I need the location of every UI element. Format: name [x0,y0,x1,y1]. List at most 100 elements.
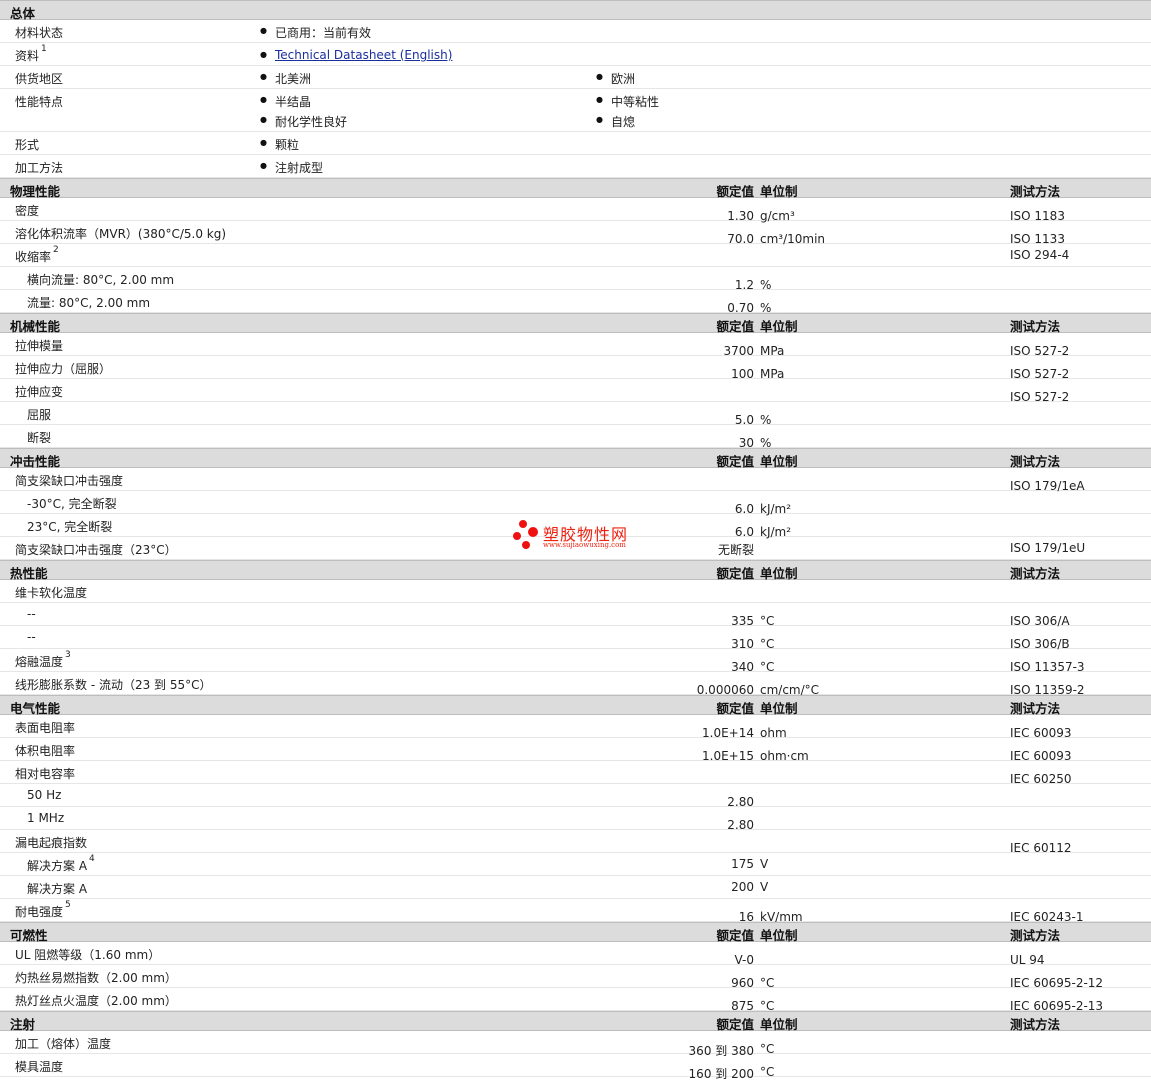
property-row: 解决方案 A 4 175 V [0,853,1151,876]
test-method: ISO 294-4 [1010,248,1070,262]
property-value: 160 到 200 [688,1067,754,1081]
section-header-general: 总体 [0,0,1151,21]
property-row: 拉伸模量 3700 MPa ISO 527-2 [0,333,1151,358]
property-row: 漏电起痕指数 IEC 60112 [0,830,1151,855]
property-row: 横向流量: 80°C, 2.00 mm 1.2% [0,267,1151,292]
row-features: 性能特点 半结晶 中等粘性 耐化学性良好 自熄 [0,89,1151,132]
property-row: 简支梁缺口冲击强度 ISO 179/1eA [0,468,1151,493]
property-label: UL 阻燃等级（1.60 mm） [15,948,161,962]
property-row: 密度 1.30 g/cm³ ISO 1183 [0,198,1151,223]
property-row: 拉伸应力（屈服） 100 MPa ISO 527-2 [0,356,1151,381]
property-label: 耐电强度 5 [15,900,71,919]
property-label: 表面电阻率 [15,721,76,735]
property-row: 拉伸应变 ISO 527-2 [0,379,1151,404]
property-row: 熔融温度 3 340 °C ISO 11357-3 [0,649,1151,674]
bullet-item: 已商用：当前有效 [260,24,371,41]
property-label: 溶化体积流率（MVR）(380°C/5.0 kg) [15,227,227,241]
property-unit: V [760,857,769,871]
row-label: 性能特点 [15,95,64,109]
footnote-ref: 4 [89,854,95,864]
section-header: 物理性能 额定值 单位制 测试方法 [0,178,1151,199]
property-label: 体积电阻率 [15,744,76,758]
property-label: 相对电容率 [15,767,76,781]
property-unit: °C [760,1065,775,1079]
property-row: 收缩率 2 ISO 294-4 [0,244,1151,267]
property-label: 收缩率 2 [15,245,59,264]
row-documents: 资料1 Technical Datasheet (English) [0,43,1151,66]
property-label: 加工（熔体）温度 [15,1037,112,1051]
watermark-logo: 塑胶物性网 www.sujiaowuxing.com [512,519,642,553]
property-row: 屈服 5.0% [0,402,1151,427]
watermark-url: www.sujiaowuxing.com [543,541,626,549]
property-row: 1 MHz 2.80 [0,807,1151,832]
property-label: 拉伸应变 [15,385,64,399]
property-label: 1 MHz [27,811,65,825]
property-row: 线形膨胀系数 - 流动（23 到 55°C） 0.000060 cm/cm/°C IS… [0,672,1151,697]
property-label: 简支梁缺口冲击强度 [15,474,124,488]
row-label: 材料状态 [15,26,64,40]
property-row: 耐电强度 5 16 kV/mm IEC 60243-1 [0,899,1151,924]
property-row: -- 335 °C ISO 306/A [0,603,1151,628]
row-material-status: 材料状态 已商用：当前有效 [0,20,1151,43]
property-label: 线形膨胀系数 - 流动（23 到 55°C） [15,678,212,692]
bullet-item: 耐化学性良好 [260,113,347,130]
row-label: 资料 1 [15,44,47,63]
property-label: 23°C, 完全断裂 [27,520,113,534]
section-header: 可燃性 额定值 单位制 测试方法 [0,922,1151,943]
property-label: -- [27,630,36,644]
property-label: 拉伸应力（屈服） [15,362,112,376]
row-form: 形式 颗粒 [0,132,1151,155]
property-label: 漏电起痕指数 [15,836,88,850]
property-label: 解决方案 A [27,882,88,896]
bullet-item: 欧洲 [596,70,635,87]
row-label: 供货地区 [15,72,64,86]
property-row: 热灯丝点火温度（2.00 mm） 875 °C IEC 60695-2-13 [0,988,1151,1013]
section-header: 电气性能 额定值 单位制 测试方法 [0,695,1151,716]
property-sections: 物理性能 额定值 单位制 测试方法 密度 1.30 g/cm³ ISO 1183 溶化体积流率（… [0,178,1151,1081]
property-label: 密度 [15,204,40,218]
test-method: ISO 179/1eU [1010,541,1086,555]
property-row: UL 阻燃等级（1.60 mm） V-0 UL 94 [0,942,1151,967]
property-value: 175 [731,857,754,871]
property-value: 200 [731,880,754,894]
property-label: 模具温度 [15,1060,64,1074]
bullet-item: 自熄 [596,113,635,130]
bullet-item: 北美洲 [260,70,311,87]
property-row: 维卡软化温度 [0,580,1151,603]
section-header: 热性能 额定值 单位制 测试方法 [0,560,1151,581]
property-label: 断裂 [27,431,52,445]
property-row: 表面电阻率 1.0E+14 ohm IEC 60093 [0,715,1151,740]
property-row: 加工（熔体）温度 360 到 380 °C [0,1031,1151,1058]
datasheet: 总体 材料状态 已商用：当前有效 资料1 Technical Datasheet… [0,0,1151,1081]
property-label: 灼热丝易燃指数（2.00 mm） [15,971,177,985]
property-label: 流量: 80°C, 2.00 mm [27,296,151,310]
footnote-ref: 3 [65,650,71,660]
property-label: 热灯丝点火温度（2.00 mm） [15,994,177,1008]
datasheet-link[interactable]: Technical Datasheet (English) [275,48,452,62]
property-row: 体积电阻率 1.0E+15 ohm·cm IEC 60093 [0,738,1151,763]
property-label: -30°C, 完全断裂 [27,497,117,511]
property-row: 溶化体积流率（MVR）(380°C/5.0 kg) 70.0 cm³/10min IS… [0,221,1151,246]
property-row: 流量: 80°C, 2.00 mm 0.70% [0,290,1151,315]
footnote-ref: 5 [65,900,71,910]
row-process: 加工方法 注射成型 [0,155,1151,178]
property-label: 解决方案 A4 [27,854,95,873]
property-row: 相对电容率 IEC 60250 [0,761,1151,786]
bullet-item: 颗粒 [260,136,299,153]
row-label: 形式 [15,138,40,152]
property-row: 50 Hz 2.80 [0,784,1151,809]
row-region: 供货地区 北美洲 欧洲 [0,66,1151,89]
footnote-ref: 2 [53,245,59,255]
footnote-ref: 1 [41,44,47,54]
row-label: 加工方法 [15,161,64,175]
property-label: 维卡软化温度 [15,586,88,600]
property-row: -30°C, 完全断裂 6.0 kJ/m² [0,491,1151,516]
section-header: 机械性能 额定值 单位制 测试方法 [0,313,1151,334]
property-row: 模具温度 160 到 200 °C [0,1054,1151,1081]
bullet-item: 半结晶 [260,93,311,110]
property-label: -- [27,607,36,621]
section-header: 冲击性能 额定值 单位制 测试方法 [0,448,1151,469]
property-label: 50 Hz [27,788,62,802]
bullet-item: 中等粘性 [596,93,659,110]
property-value: 无断裂 [717,543,754,557]
